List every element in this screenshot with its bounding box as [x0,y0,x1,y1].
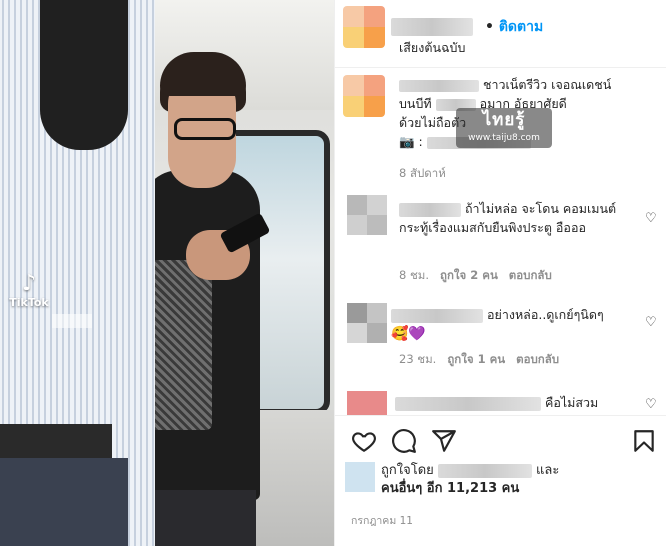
comment-item: คือไม่สวม ♡ [335,389,666,415]
comment-item: ถ้าไม่หล่อ จะโดน คอมเมนต์กระทู้เรื่องแมส… [335,191,666,291]
likes-summary: ถูกใจโดย และ คนอื่นๆ อีก 11,213 คน [335,458,666,508]
liked-by-suffix: และ [536,463,560,478]
comment-icon[interactable] [391,428,417,454]
site-watermark: ไทยรู้ www.taiju8.com [456,108,552,148]
post-photo[interactable]: ♪ TikTok [0,0,334,546]
comment-heart-icon[interactable]: ♡ [645,316,657,329]
caption-author-redacted[interactable] [399,79,479,92]
post-side-panel: • ติดตาม เสียงต้นฉบับ ชาวเน็ตรีวิว เจอณเ… [334,0,666,546]
follow-label: ติดตาม [498,19,544,35]
instagram-post: ♪ TikTok • ติดตาม เสียงต้นฉบับ ชาวเน็ตรี… [0,0,666,546]
commenter-redacted[interactable] [391,308,483,323]
glasses [174,118,236,140]
comment-time: 23 ชม. [399,352,437,366]
post-header: • ติดตาม เสียงต้นฉบับ [335,0,666,68]
tiktok-label: TikTok [9,296,49,309]
commenter-redacted[interactable] [395,396,541,411]
others-like-count[interactable]: คนอื่นๆ อีก 11,213 คน [381,481,519,496]
caption-time: 8 สัปดาห์ [399,166,446,180]
caption-author-avatar[interactable] [343,75,385,117]
caption-line-1: ชาวเน็ตรีวิว เจอณเดชน์ [482,77,612,92]
person-pants [146,490,256,546]
trousers [0,458,128,546]
comment-heart-icon[interactable]: ♡ [645,212,657,225]
dot-separator: • [485,19,494,35]
author-username-redacted[interactable] [391,16,473,36]
original-audio-link[interactable]: เสียงต้นฉบับ [399,38,465,58]
comment-avatar[interactable] [347,195,387,235]
tiktok-username-redacted [52,314,92,328]
comment-time: 8 ชม. [399,268,430,282]
reply-button[interactable]: ตอบกลับ [516,352,559,366]
shirt-print [150,260,212,430]
commenter-redacted[interactable] [399,202,461,217]
liker-username-redacted[interactable] [437,463,532,478]
liked-by-prefix: ถูกใจโดย [381,463,434,478]
comment-text: คือไม่สวม [544,395,599,410]
post-date: กรกฎาคม 11 [351,515,413,527]
tiktok-note-icon: ♪ [21,271,37,296]
watermark-brand: ไทยรู้ [482,110,526,130]
watermark-url: www.taiju8.com [468,133,540,143]
comment-item: อย่างหล่อ..ดูเกย์ๆนิดๆ 🥰💜 23 ชม. ถูกใจ 1… [335,299,666,379]
comment-avatar[interactable] [347,303,387,343]
comment-avatar[interactable] [347,391,387,415]
caption-line-2-prefix: บนบีที [399,96,432,111]
comment-text: อย่างหล่อ..ดูเกย์ๆนิดๆ [486,307,604,322]
comment-emoji: 🥰💜 [391,326,426,342]
caption-camera-credit: 📷 : [399,134,423,149]
comment-like-count[interactable]: ถูกใจ 2 คน [440,268,498,282]
tiktok-watermark: ♪ TikTok [4,271,54,310]
belt [0,424,112,458]
person-hair-front [160,52,246,96]
comment-like-count[interactable]: ถูกใจ 1 คน [447,352,505,366]
liker-avatar[interactable] [345,462,375,492]
reply-button[interactable]: ตอบกลับ [509,268,552,282]
heart-icon[interactable] [351,428,377,454]
bookmark-icon[interactable] [631,428,657,454]
share-icon[interactable] [431,428,457,454]
comment-heart-icon[interactable]: ♡ [645,398,657,411]
follow-button[interactable]: • ติดตาม [485,16,543,38]
author-avatar[interactable] [343,6,385,48]
backpack [40,0,128,150]
